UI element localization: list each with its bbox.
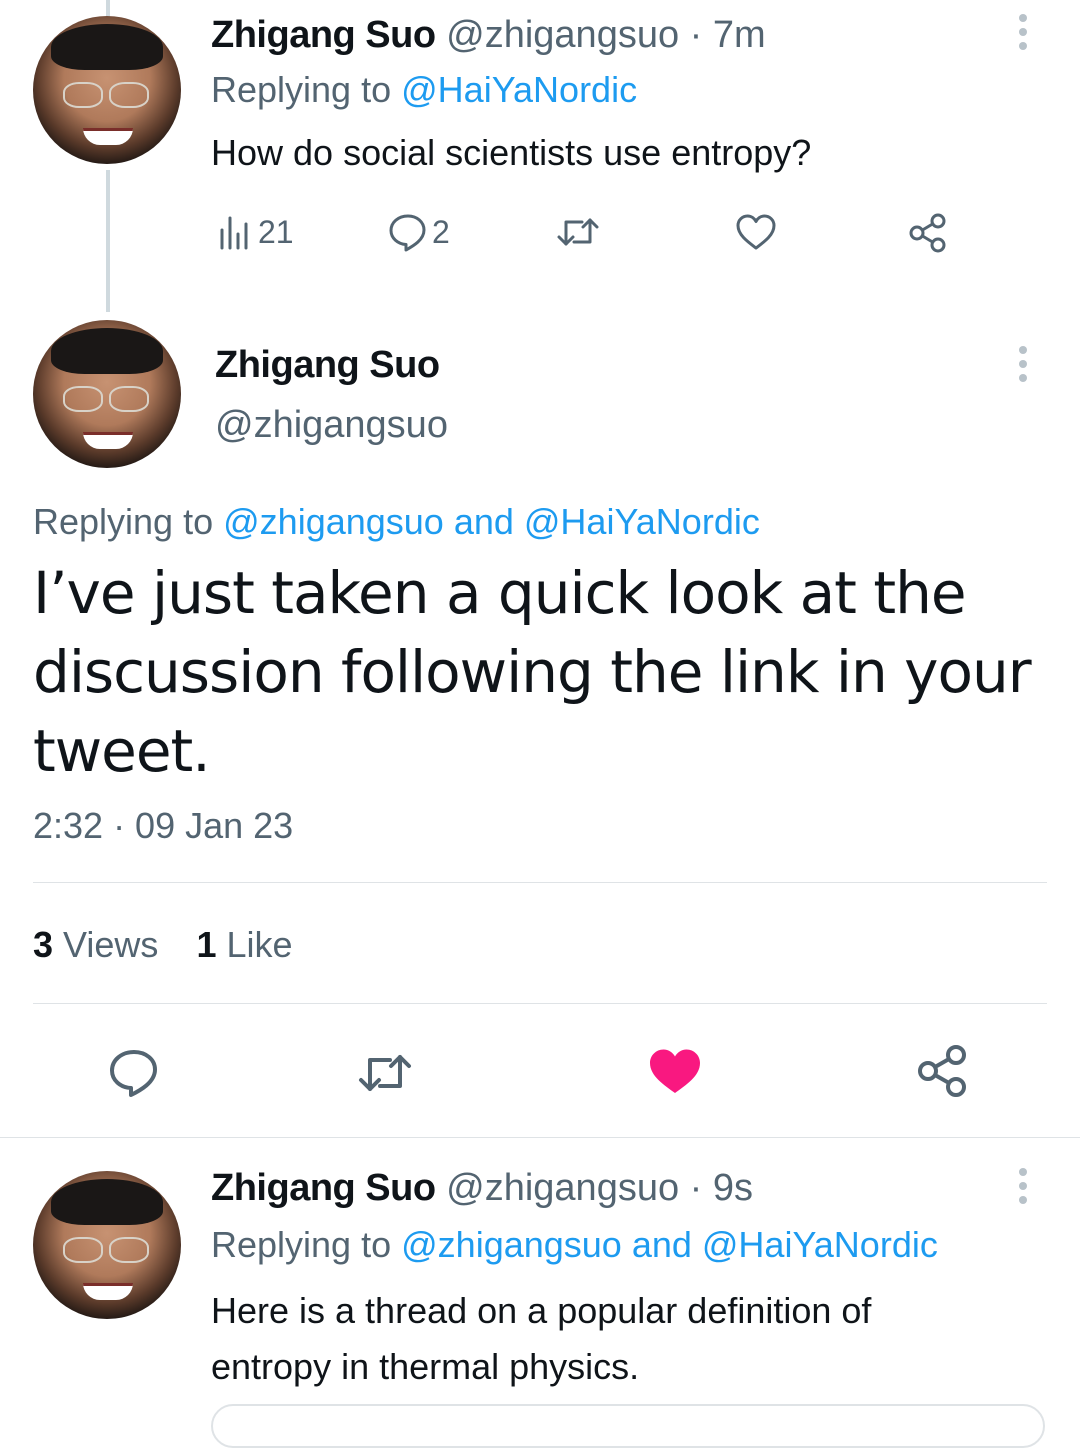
more-options-icon[interactable] — [1019, 14, 1029, 56]
views-button[interactable]: 21 — [216, 210, 294, 254]
section-divider — [0, 1137, 1080, 1138]
replying-to-label: Replying to — [211, 69, 392, 110]
views-count: 21 — [258, 213, 294, 250]
retweet-icon — [355, 1045, 415, 1101]
like-button[interactable] — [733, 210, 779, 254]
reply-button[interactable]: 2 — [386, 210, 450, 254]
tweet-text: How do social scientists use entropy? — [211, 132, 812, 173]
likes-label: Like — [226, 924, 293, 965]
user-handle[interactable]: @zhigangsuo — [215, 402, 448, 448]
divider — [33, 882, 1047, 883]
replies-count: 2 — [432, 213, 450, 250]
replying-to-link[interactable]: @HaiYaNordic — [401, 69, 637, 110]
retweet-icon — [554, 210, 602, 254]
views-stat[interactable]: 3 Views — [33, 924, 168, 965]
replying-to-label: Replying to — [33, 501, 214, 542]
heart-icon — [733, 210, 779, 254]
views-count: 3 — [33, 924, 54, 965]
divider — [33, 1003, 1047, 1004]
replying-to-link[interactable]: @zhigangsuo and @HaiYaNordic — [401, 1224, 938, 1265]
display-name[interactable]: Zhigang Suo — [215, 342, 440, 388]
avatar[interactable] — [33, 16, 181, 164]
more-options-icon[interactable] — [1019, 346, 1029, 388]
tweet-text: I’ve just taken a quick look at the disc… — [33, 554, 1032, 791]
tweet-text-line: discussion following the link in your — [33, 638, 1032, 706]
share-button[interactable] — [905, 210, 951, 256]
retweet-button[interactable] — [554, 210, 602, 254]
user-handle[interactable]: @zhigangsuo — [446, 1167, 679, 1209]
like-button[interactable] — [646, 1044, 704, 1098]
more-options-icon[interactable] — [1019, 1168, 1029, 1210]
tweet-time[interactable]: · 7m — [690, 14, 766, 56]
user-handle[interactable]: @zhigangsuo — [446, 14, 679, 56]
tweet-time[interactable]: · 9s — [690, 1167, 753, 1209]
tweet-text-line: I’ve just taken a quick look at the — [33, 559, 967, 627]
avatar[interactable] — [33, 1171, 181, 1319]
display-name[interactable]: Zhigang Suo — [211, 14, 436, 56]
tweet-timestamp[interactable]: 2:32 · 09 Jan 23 — [33, 803, 293, 849]
avatar[interactable] — [33, 320, 181, 468]
tweet-text-line: Here is a thread on a popular definition… — [211, 1290, 872, 1331]
share-nodes-icon — [914, 1042, 972, 1100]
retweet-button[interactable] — [355, 1045, 415, 1101]
tweet-text: Here is a thread on a popular definition… — [211, 1283, 871, 1395]
speech-bubble-icon — [386, 210, 430, 254]
thread-connector-line — [106, 170, 110, 312]
share-button[interactable] — [914, 1042, 972, 1100]
reply-button[interactable] — [106, 1045, 162, 1101]
bar-chart-icon — [216, 212, 256, 252]
likes-count: 1 — [196, 924, 217, 965]
tweet-text-line: entropy in thermal physics. — [211, 1346, 640, 1387]
tweet-text-line: tweet. — [33, 717, 211, 785]
likes-stat[interactable]: 1 Like — [196, 924, 292, 965]
replying-to-link[interactable]: @zhigangsuo and @HaiYaNordic — [223, 501, 760, 542]
heart-icon — [646, 1044, 704, 1098]
replying-to-label: Replying to — [211, 1224, 392, 1265]
display-name[interactable]: Zhigang Suo — [211, 1167, 436, 1209]
share-nodes-icon — [905, 210, 951, 256]
speech-bubble-icon — [106, 1045, 162, 1101]
quoted-card-edge[interactable] — [211, 1404, 1045, 1448]
views-label: Views — [63, 924, 159, 965]
